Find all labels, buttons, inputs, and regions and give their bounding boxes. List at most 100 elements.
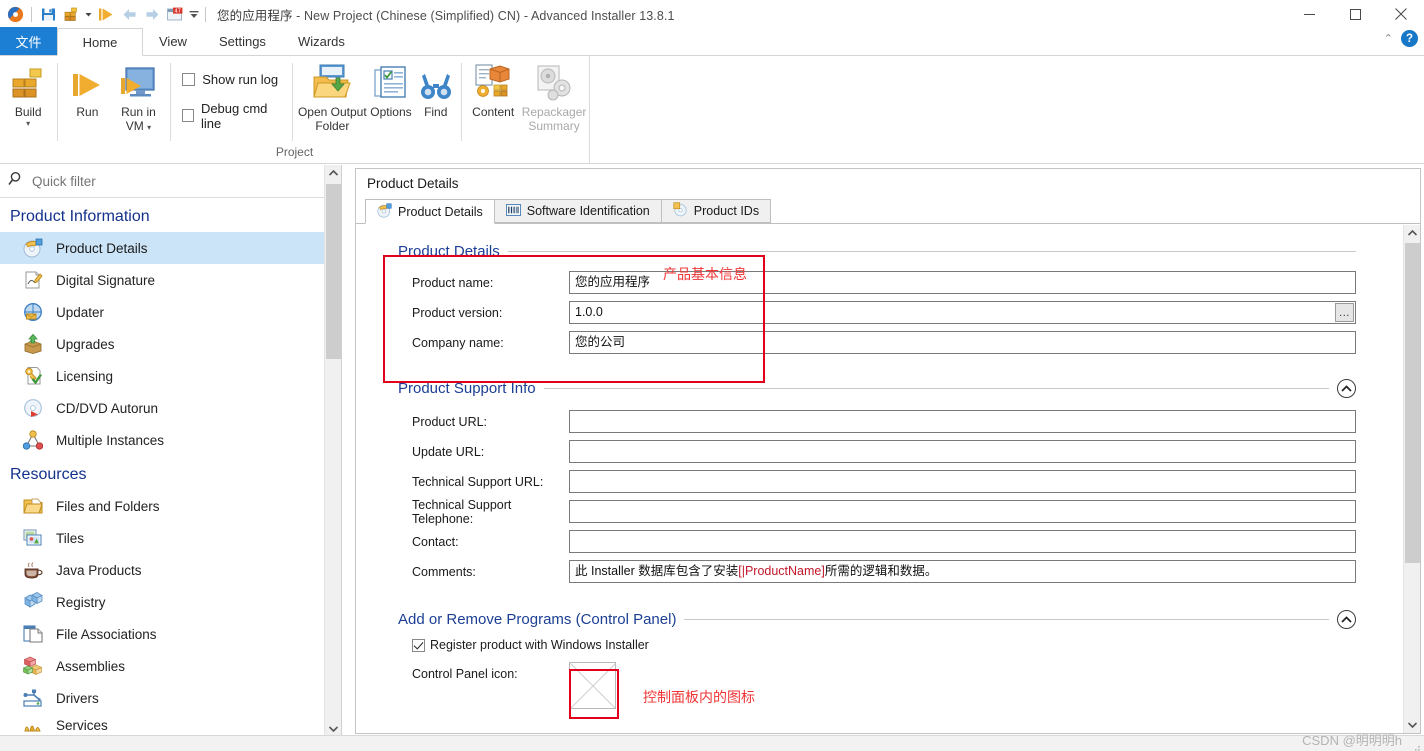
group-rule [543, 388, 1329, 389]
sidebar-item-cd-dvd-autorun[interactable]: CD/DVD Autorun [0, 392, 341, 424]
tab-software-identification[interactable]: Software Identification [493, 199, 662, 223]
quick-filter-input[interactable] [30, 172, 300, 190]
options-button[interactable]: Options [367, 59, 415, 119]
ribbon-tab-wizards[interactable]: Wizards [282, 27, 361, 55]
sidebar-item-label: Assemblies [56, 658, 126, 674]
show-run-log-checkbox[interactable]: Show run log [182, 72, 281, 87]
company-name-label: Company name: [412, 335, 504, 350]
run-icon[interactable] [96, 4, 116, 24]
back-icon[interactable] [119, 4, 139, 24]
ribbon-tab-home[interactable]: Home [57, 28, 143, 56]
company-name-input[interactable]: 您的公司 [569, 331, 1356, 354]
field-row-update-url: Update URL: [356, 437, 1402, 466]
collapse-product-support-info-button[interactable] [1337, 379, 1356, 398]
repackager-summary-button[interactable]: Repackager Summary [519, 59, 589, 133]
open-output-folder-button[interactable]: Open Output Folder [298, 59, 367, 133]
debug-cmd-line-checkbox-box[interactable] [182, 109, 194, 122]
settings-pane-inner: Product Details Product name: 您的应用程序 Pro… [356, 225, 1402, 733]
forward-icon[interactable] [142, 4, 162, 24]
content-icon [474, 62, 512, 102]
sidebar-item-registry[interactable]: Registry [0, 586, 341, 618]
build-dropdown-icon[interactable] [84, 4, 93, 24]
sidebar-item-label: Upgrades [56, 336, 115, 352]
build-icon[interactable] [61, 4, 81, 24]
collapse-add-remove-programs-button[interactable] [1337, 610, 1356, 629]
upgrades-icon [22, 333, 44, 355]
sidebar-item-drivers[interactable]: Drivers [0, 682, 341, 714]
content-scroll-thumb[interactable] [1405, 243, 1420, 563]
build-icon [10, 62, 46, 102]
run-button-label: Run [76, 105, 99, 119]
sidebar-item-services[interactable]: Services [0, 714, 341, 736]
sidebar-item-tiles[interactable]: Tiles [0, 522, 341, 554]
open-output-folder-icon [312, 62, 352, 102]
register-product-checkbox[interactable]: Register product with Windows Installer [356, 633, 1402, 657]
ribbon-help-area: ⌃ ? [1384, 30, 1418, 47]
sidebar-item-digital-signature[interactable]: Digital Signature [0, 264, 341, 296]
calendar-47-icon[interactable]: 47 [165, 4, 185, 24]
build-button[interactable]: Build ▾ [4, 59, 52, 128]
sidebar-item-updater[interactable]: Updater [0, 296, 341, 328]
annotation-label-product-basic-info: 产品基本信息 [663, 267, 747, 283]
contact-wrap [569, 530, 1356, 553]
sidebar-scrollbar[interactable] [324, 165, 341, 737]
sidebar-scroll-up-button[interactable] [325, 165, 341, 182]
save-icon[interactable] [38, 4, 58, 24]
technical-support-url-input[interactable] [569, 470, 1356, 493]
ribbon-tab-settings[interactable]: Settings [203, 27, 282, 55]
close-button[interactable] [1378, 0, 1424, 28]
debug-cmd-line-checkbox[interactable]: Debug cmd line [182, 101, 281, 131]
control-panel-icon-preview[interactable] [569, 662, 616, 709]
sidebar-item-java-products[interactable]: Java Products [0, 554, 341, 586]
contact-input[interactable] [569, 530, 1356, 553]
comments-token-productname: [|ProductName] [738, 564, 825, 578]
tab-product-details[interactable]: Product Details [365, 199, 495, 224]
resize-grip-icon[interactable] [1411, 739, 1421, 751]
show-run-log-checkbox-box[interactable] [182, 72, 196, 86]
sidebar-item-product-details[interactable]: Product Details [0, 232, 341, 264]
drivers-icon [22, 687, 44, 709]
sidebar-item-upgrades[interactable]: Upgrades [0, 328, 341, 360]
build-caret-icon[interactable]: ▾ [26, 120, 30, 128]
ribbon-group-project: Build ▾ Run Run in VM ▾ Show run log Deb… [0, 56, 590, 163]
control-panel-icon-label: Control Panel icon: [412, 667, 518, 681]
sidebar-item-assemblies[interactable]: Assemblies [0, 650, 341, 682]
update-url-input[interactable] [569, 440, 1356, 463]
updater-icon [22, 301, 44, 323]
content-scroll-up-button[interactable] [1404, 225, 1420, 242]
sidebar-item-multiple-instances[interactable]: Multiple Instances [0, 424, 341, 456]
sidebar-item-label: Services [56, 717, 108, 733]
product-version-input[interactable]: 1.0.0 [569, 301, 1356, 324]
sidebar-scroll-thumb[interactable] [326, 184, 341, 359]
java-icon [22, 559, 44, 581]
run-button[interactable]: Run [63, 59, 111, 119]
sidebar-item-licensing[interactable]: Licensing [0, 360, 341, 392]
tab-label: Product IDs [693, 204, 760, 218]
content-scrollbar[interactable] [1403, 225, 1420, 733]
customize-qat-icon[interactable] [188, 4, 199, 24]
minimize-button[interactable] [1286, 0, 1332, 28]
register-product-checkbox-box[interactable] [412, 638, 425, 652]
product-url-input[interactable] [569, 410, 1356, 433]
sidebar-item-files-and-folders[interactable]: Files and Folders [0, 490, 341, 522]
help-icon[interactable]: ? [1401, 30, 1418, 47]
tab-product-ids[interactable]: Product IDs [660, 199, 772, 223]
content-button[interactable]: Content [467, 59, 519, 119]
technical-support-telephone-input[interactable] [569, 500, 1356, 523]
run-in-vm-caret-icon[interactable]: ▾ [147, 123, 151, 132]
find-button[interactable]: Find [415, 59, 456, 119]
content-scroll-down-button[interactable] [1404, 716, 1420, 733]
app-logo-icon[interactable] [5, 4, 25, 24]
comments-input[interactable]: 此 Installer 数据库包含了安装 [|ProductName] 所需的逻… [569, 560, 1356, 583]
technical-support-url-wrap [569, 470, 1356, 493]
product-version-wrap: 1.0.0 ... [569, 301, 1356, 324]
ribbon-tab-view[interactable]: View [143, 27, 203, 55]
run-in-vm-button[interactable]: Run in VM ▾ [112, 59, 166, 133]
folder-icon [22, 495, 44, 517]
ribbon-tab-file[interactable]: 文件 [0, 27, 57, 55]
product-version-browse-button[interactable]: ... [1335, 303, 1354, 322]
maximize-button[interactable] [1332, 0, 1378, 28]
collapse-ribbon-icon[interactable]: ⌃ [1384, 32, 1393, 45]
page-tab-strip: Product Details Software Identification … [356, 199, 1420, 224]
sidebar-item-file-associations[interactable]: File Associations [0, 618, 341, 650]
